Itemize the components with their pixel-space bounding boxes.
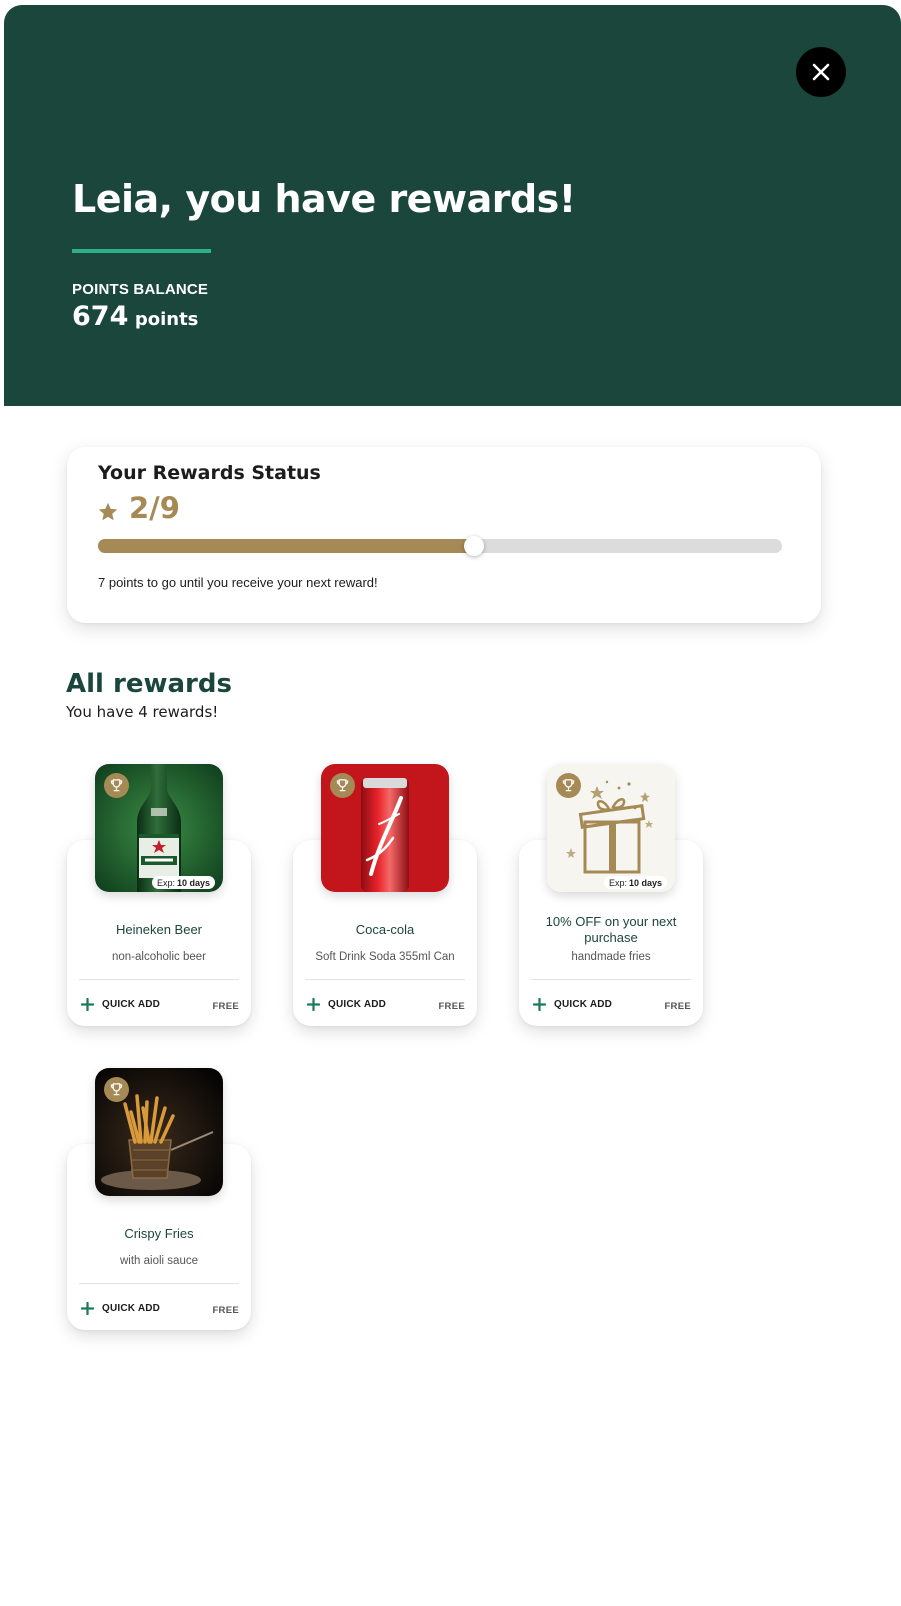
reward-card-discount[interactable]: Exp: 10 days 10% OFF on your next purcha… [519, 764, 703, 1026]
all-rewards-title: All rewards [66, 669, 232, 699]
rewards-status-title: Your Rewards Status [98, 462, 321, 484]
rewards-progress-knob [464, 536, 485, 556]
reward-image: Exp: 10 days [547, 764, 675, 892]
reward-description: Soft Drink Soda 355ml Can [315, 951, 455, 963]
reward-description: handmade fries [571, 951, 651, 963]
trophy-icon [562, 779, 575, 792]
plus-icon [533, 998, 546, 1011]
reward-price: FREE [212, 1305, 239, 1316]
trophy-icon [110, 779, 123, 792]
expiry-value: 10 days [628, 877, 662, 888]
trophy-badge [556, 773, 581, 798]
rewards-modal: Leia, you have rewards! POINTS BALANCE 6… [4, 5, 901, 1606]
reward-image [95, 1068, 223, 1196]
reward-price: FREE [438, 1001, 465, 1012]
plus-icon [81, 998, 94, 1011]
rewards-level: 2/9 [129, 491, 180, 525]
reward-price: FREE [664, 1001, 691, 1012]
hero-divider [72, 249, 211, 253]
expiry-badge: Exp: 10 days [151, 876, 215, 889]
reward-divider [305, 979, 465, 980]
rewards-progress-fill [98, 539, 475, 553]
reward-name: Heineken Beer [116, 922, 202, 937]
trophy-badge [104, 1077, 129, 1102]
close-icon [812, 63, 830, 81]
quick-add-label: QUICK ADD [102, 1303, 161, 1314]
rewards-progress-bar [98, 536, 782, 556]
reward-name: 10% OFF on your next purchase [545, 914, 677, 945]
quick-add-button[interactable]: QUICK ADD [81, 1302, 160, 1315]
reward-price: FREE [212, 1001, 239, 1012]
hero-title: Leia, you have rewards! [72, 177, 576, 221]
quick-add-label: QUICK ADD [102, 999, 161, 1010]
trophy-badge [330, 773, 355, 798]
points-balance-value: 674 [72, 301, 129, 332]
reward-name: Crispy Fries [124, 1226, 194, 1241]
reward-name: Coca-cola [355, 922, 415, 937]
expiry-label: Exp: [156, 877, 175, 888]
expiry-value: 10 days [176, 877, 210, 888]
quick-add-button[interactable]: QUICK ADD [307, 998, 386, 1011]
points-balance: 674 points [72, 301, 198, 332]
star-icon [98, 502, 118, 521]
reward-divider [79, 1283, 239, 1284]
reward-description: with aioli sauce [120, 1255, 198, 1267]
trophy-icon [110, 1083, 123, 1096]
quick-add-label: QUICK ADD [328, 999, 387, 1010]
plus-icon [307, 998, 320, 1011]
all-rewards-subtitle: You have 4 rewards! [66, 703, 219, 721]
trophy-badge [104, 773, 129, 798]
quick-add-label: QUICK ADD [554, 999, 613, 1010]
reward-image [321, 764, 449, 892]
quick-add-button[interactable]: QUICK ADD [533, 998, 612, 1011]
reward-divider [79, 979, 239, 980]
quick-add-button[interactable]: QUICK ADD [81, 998, 160, 1011]
expiry-label: Exp: [608, 877, 627, 888]
points-balance-unit: points [134, 309, 199, 330]
reward-image: Exp: 10 days [95, 764, 223, 892]
trophy-icon [336, 779, 349, 792]
close-button[interactable] [796, 47, 846, 97]
points-balance-label: POINTS BALANCE [72, 281, 209, 298]
expiry-badge: Exp: 10 days [603, 876, 667, 889]
rewards-status-note: 7 points to go until you receive your ne… [98, 575, 378, 590]
rewards-status-card: Your Rewards Status 2/9 7 points to go u… [67, 447, 821, 623]
rewards-hero: Leia, you have rewards! POINTS BALANCE 6… [4, 5, 901, 406]
reward-description: non-alcoholic beer [112, 951, 206, 963]
plus-icon [81, 1302, 94, 1315]
reward-divider [531, 979, 691, 980]
reward-card-coca-cola[interactable]: Coca-cola Soft Drink Soda 355ml Can QUIC… [293, 764, 477, 1026]
reward-card-crispy-fries[interactable]: Crispy Fries with aioli sauce QUICK ADD … [67, 1068, 251, 1330]
reward-card-heineken[interactable]: Exp: 10 days Heineken Beer non-alcoholic… [67, 764, 251, 1026]
